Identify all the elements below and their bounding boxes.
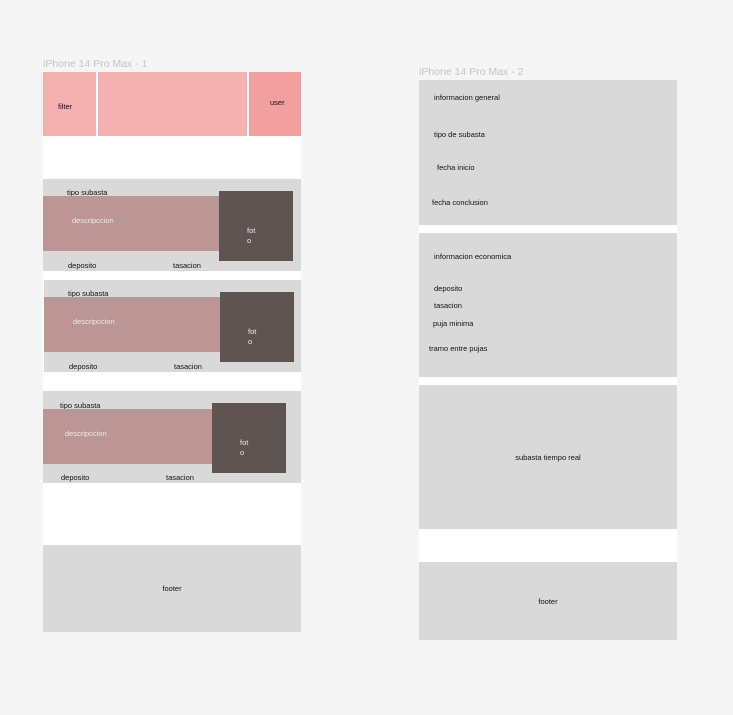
min-bid-field: puja minima bbox=[433, 319, 474, 328]
frame-2-title: iPhone 14 Pro Max - 2 bbox=[419, 66, 524, 78]
description-block: descripccion bbox=[43, 196, 221, 251]
auction-card[interactable]: tipo subasta descripccion fot o deposito… bbox=[44, 280, 301, 372]
start-date-field: fecha inicio bbox=[437, 163, 475, 172]
bid-step-field: tramo entre pujas bbox=[429, 344, 488, 353]
valuation-label: tasacion bbox=[173, 261, 201, 270]
photo-label-line2: o bbox=[240, 448, 245, 457]
general-info-title: informacion general bbox=[434, 93, 500, 102]
photo-placeholder: fot o bbox=[220, 292, 294, 362]
deposit-label: deposito bbox=[69, 362, 98, 371]
filter-label: filter bbox=[58, 102, 73, 111]
valuation-field: tasacion bbox=[434, 301, 462, 310]
user-button[interactable]: user bbox=[249, 72, 301, 136]
photo-label-line2: o bbox=[248, 337, 253, 346]
description-label: descripccion bbox=[72, 216, 114, 225]
photo-placeholder: fot o bbox=[212, 403, 286, 473]
description-block: descripccion bbox=[44, 297, 222, 352]
economic-info-panel: informacion economica deposito tasacion … bbox=[419, 233, 677, 377]
valuation-label: tasacion bbox=[166, 473, 194, 482]
economic-info-title: informacion economica bbox=[434, 252, 512, 261]
footer: footer bbox=[419, 562, 677, 640]
photo-label-line2: o bbox=[247, 236, 252, 245]
deposit-label: deposito bbox=[68, 261, 97, 270]
realtime-auction-label: subasta tiempo real bbox=[515, 452, 581, 462]
frame-1-title: iPhone 14 Pro Max - 1 bbox=[43, 58, 148, 70]
footer-label: footer bbox=[538, 596, 558, 606]
deposit-field: deposito bbox=[434, 284, 463, 293]
photo-placeholder: fot o bbox=[219, 191, 293, 261]
photo-label-line1: fot bbox=[248, 327, 257, 336]
valuation-label: tasacion bbox=[174, 362, 202, 371]
frame-1: filter user tipo subasta descripccion fo… bbox=[43, 72, 301, 632]
frame-2: informacion general tipo de subasta fech… bbox=[419, 80, 677, 640]
auction-type-field: tipo de subasta bbox=[434, 130, 485, 139]
footer-label: footer bbox=[162, 584, 182, 593]
auction-card[interactable]: tipo subasta descripccion fot o deposito… bbox=[43, 179, 301, 271]
realtime-auction-panel[interactable]: subasta tiempo real bbox=[419, 385, 677, 529]
description-block: descripccion bbox=[43, 409, 215, 464]
end-date-field: fecha conclusion bbox=[432, 198, 488, 207]
general-info-panel: informacion general tipo de subasta fech… bbox=[419, 80, 677, 225]
auction-card[interactable]: tipo subasta descripccion fot o deposito… bbox=[43, 391, 301, 483]
footer: footer bbox=[43, 545, 301, 632]
description-label: descripccion bbox=[73, 317, 115, 326]
deposit-label: deposito bbox=[61, 473, 90, 482]
user-label: user bbox=[270, 98, 285, 107]
header-banner bbox=[98, 72, 247, 136]
description-label: descripccion bbox=[65, 429, 107, 438]
photo-label-line1: fot bbox=[240, 438, 249, 447]
filter-button[interactable]: filter bbox=[43, 72, 96, 136]
photo-label-line1: fot bbox=[247, 226, 256, 235]
